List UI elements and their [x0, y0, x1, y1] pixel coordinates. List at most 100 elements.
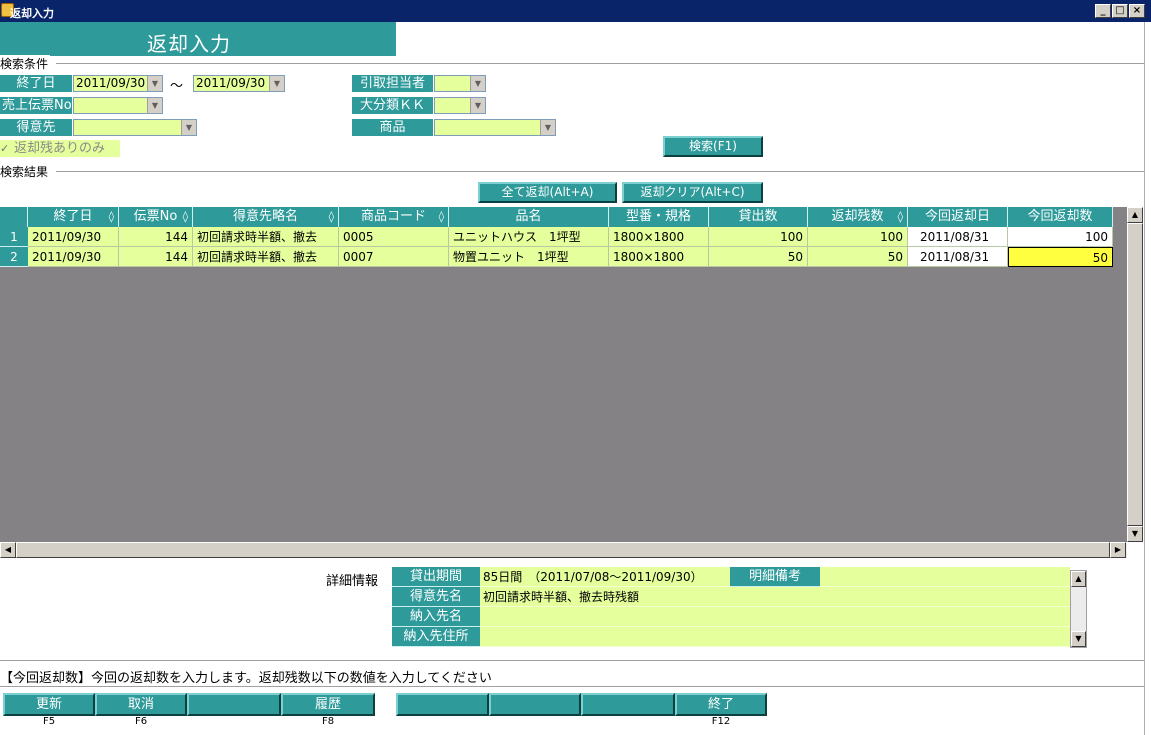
update-button[interactable]: 更新: [3, 693, 95, 716]
chevron-down-icon[interactable]: ▼: [147, 98, 162, 113]
page-header: 返却入力: [0, 22, 396, 56]
table-cell[interactable]: 0005: [339, 227, 449, 247]
row-header[interactable]: 2: [0, 247, 28, 267]
col-product-name[interactable]: 品名: [449, 207, 609, 227]
col-end-date-label: 終了日: [53, 209, 93, 224]
customer-label: 得意先: [0, 119, 72, 136]
return-qty-input[interactable]: 50: [1008, 247, 1113, 267]
end-date-to-combo[interactable]: 2011/09/30 ▼: [193, 75, 285, 92]
maximize-button[interactable]: □: [1112, 4, 1128, 18]
sort-icon[interactable]: ◊: [439, 207, 444, 227]
pickup-staff-combo[interactable]: ▼: [434, 75, 486, 92]
f7-button[interactable]: [187, 693, 281, 716]
scroll-up-icon[interactable]: ▲: [1071, 571, 1086, 587]
results-grid[interactable]: 終了日 ◊ 伝票No ◊ 得意先略名 ◊ 商品コード ◊ 品名 型番・規格 貸出数 返却…: [0, 207, 1127, 542]
col-lent[interactable]: 貸出数: [709, 207, 808, 227]
scroll-thumb[interactable]: [16, 542, 1110, 558]
f8-caption: F8: [321, 716, 335, 727]
col-end-date[interactable]: 終了日 ◊: [28, 207, 119, 227]
close-button[interactable]: ×: [1129, 4, 1145, 18]
minimize-button[interactable]: _: [1095, 4, 1111, 18]
return-date-cell[interactable]: 2011/08/31: [908, 227, 1008, 247]
exit-button[interactable]: 終了: [675, 693, 767, 716]
return-all-button[interactable]: 全て返却(Alt+A): [478, 182, 617, 203]
slip-no-combo[interactable]: ▼: [73, 97, 163, 114]
col-slip-no-label: 伝票No: [133, 209, 178, 224]
return-clear-button[interactable]: 返却クリア(Alt+C): [622, 182, 763, 203]
chevron-down-icon[interactable]: ▼: [269, 76, 284, 91]
scroll-right-icon[interactable]: ▶: [1110, 542, 1126, 558]
category-combo[interactable]: ▼: [434, 97, 486, 114]
return-date-cell[interactable]: 2011/08/31: [908, 247, 1008, 267]
scroll-left-icon[interactable]: ◀: [0, 542, 16, 558]
f11-button[interactable]: [581, 693, 675, 716]
sort-icon[interactable]: ◊: [109, 207, 114, 227]
row-header[interactable]: 1: [0, 227, 28, 247]
table-cell[interactable]: 1800×1800: [609, 247, 709, 267]
sort-icon[interactable]: ◊: [898, 207, 903, 227]
table-cell[interactable]: 物置ユニット 1坪型: [449, 247, 609, 267]
table-cell[interactable]: 1800×1800: [609, 227, 709, 247]
sort-icon[interactable]: ◊: [183, 207, 188, 227]
grid-vertical-scrollbar[interactable]: ▲ ▼: [1127, 207, 1143, 542]
table-cell[interactable]: 初回請求時半額、撤去: [193, 227, 339, 247]
delivery-name-label: 納入先名: [392, 607, 480, 627]
col-slip-no[interactable]: 伝票No ◊: [119, 207, 193, 227]
grid-horizontal-scrollbar[interactable]: ◀ ▶: [0, 542, 1127, 558]
scroll-down-icon[interactable]: ▼: [1071, 631, 1086, 647]
return-qty-cell[interactable]: 100: [1008, 227, 1113, 247]
col-return-qty[interactable]: 今回返却数: [1008, 207, 1113, 227]
delivery-address-value: [480, 627, 1070, 647]
col-remaining-label: 返却残数: [831, 209, 884, 224]
delivery-name-value: [480, 607, 1070, 627]
f6-caption: F6: [134, 716, 148, 727]
chevron-down-icon[interactable]: ▼: [147, 76, 162, 91]
table-cell[interactable]: 144: [119, 247, 193, 267]
cancel-button[interactable]: 取消: [95, 693, 187, 716]
product-label: 商品: [352, 119, 433, 136]
chevron-down-icon[interactable]: ▼: [470, 76, 485, 91]
table-cell[interactable]: 144: [119, 227, 193, 247]
table-cell[interactable]: 50: [808, 247, 908, 267]
search-group-line: [56, 63, 1144, 64]
status-message: 【今回返却数】今回の返却数を入力します。返却残数以下の数値を入力してください: [0, 671, 492, 686]
remark-scrollbar[interactable]: ▲ ▼: [1070, 570, 1087, 648]
f10-button[interactable]: [489, 693, 581, 716]
remaining-only-label: 返却残ありのみ: [14, 141, 106, 156]
table-cell[interactable]: 100: [709, 227, 808, 247]
col-return-date[interactable]: 今回返却日: [908, 207, 1008, 227]
col-product-code-label: 商品コード: [360, 209, 426, 224]
scroll-up-icon[interactable]: ▲: [1127, 207, 1143, 223]
remaining-only-checkbox[interactable]: ✓ 返却残ありのみ: [0, 140, 120, 157]
f9-button[interactable]: [396, 693, 489, 716]
sort-icon[interactable]: ◊: [329, 207, 334, 227]
table-cell[interactable]: ユニットハウス 1坪型: [449, 227, 609, 247]
product-combo[interactable]: ▼: [434, 119, 556, 136]
remark-value[interactable]: [820, 567, 1070, 587]
history-button[interactable]: 履歴: [281, 693, 375, 716]
scroll-down-icon[interactable]: ▼: [1127, 526, 1143, 542]
table-cell[interactable]: 2011/09/30: [28, 227, 119, 247]
detail-section-label: 詳細情報: [326, 574, 379, 589]
customer-combo[interactable]: ▼: [73, 119, 197, 136]
table-cell[interactable]: 100: [808, 227, 908, 247]
col-product-code[interactable]: 商品コード ◊: [339, 207, 449, 227]
search-button[interactable]: 検索(F1): [663, 136, 763, 157]
end-date-from-combo[interactable]: 2011/09/30 ▼: [73, 75, 163, 92]
table-cell[interactable]: 50: [709, 247, 808, 267]
page-title: 返却入力: [147, 32, 231, 56]
f12-caption: F12: [711, 716, 731, 727]
table-cell[interactable]: 0007: [339, 247, 449, 267]
col-spec[interactable]: 型番・規格: [609, 207, 709, 227]
col-customer[interactable]: 得意先略名 ◊: [193, 207, 339, 227]
chevron-down-icon[interactable]: ▼: [181, 120, 196, 135]
table-cell[interactable]: 2011/09/30: [28, 247, 119, 267]
check-icon: ✓: [0, 142, 10, 155]
scroll-thumb[interactable]: [1127, 223, 1143, 526]
chevron-down-icon[interactable]: ▼: [540, 120, 555, 135]
col-remaining[interactable]: 返却残数 ◊: [808, 207, 908, 227]
table-cell[interactable]: 初回請求時半額、撤去: [193, 247, 339, 267]
chevron-down-icon[interactable]: ▼: [470, 98, 485, 113]
f5-caption: F5: [42, 716, 56, 727]
search-group-title: 検索条件: [0, 55, 51, 72]
